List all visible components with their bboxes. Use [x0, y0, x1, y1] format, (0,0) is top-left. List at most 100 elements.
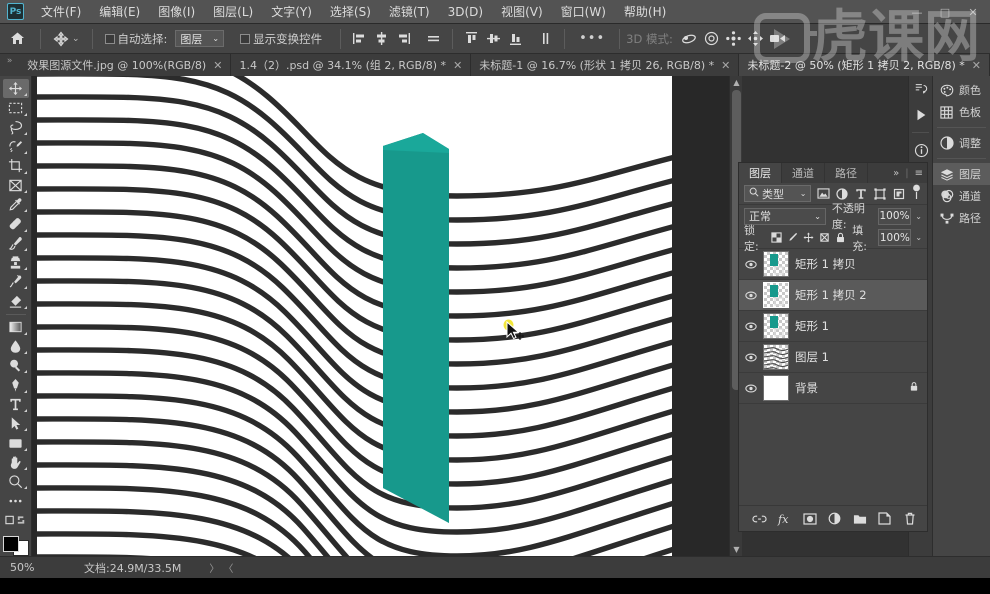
layer-visibility-icon[interactable] — [745, 289, 757, 301]
layer-visibility-icon[interactable] — [745, 382, 757, 394]
align-top-icon[interactable] — [463, 30, 480, 47]
layer-row[interactable]: 矩形 1 拷贝 — [739, 249, 927, 280]
lock-transparency-icon[interactable] — [770, 231, 782, 245]
adjustment-filter-icon[interactable] — [835, 186, 849, 201]
eraser-tool[interactable] — [3, 291, 29, 310]
dodge-tool[interactable] — [3, 356, 29, 375]
show-transform-checkbox[interactable]: 显示变换控件 — [234, 31, 328, 47]
tab-close-icon[interactable]: ✕ — [721, 59, 730, 72]
path-select-tool[interactable] — [3, 414, 29, 433]
checkbox-box[interactable] — [240, 33, 251, 44]
collapse-panel-icon[interactable]: » — [893, 168, 899, 179]
zoom-level[interactable]: 50% — [0, 561, 62, 574]
adjustment-layer-icon[interactable] — [827, 511, 842, 526]
smart-object-filter-icon[interactable] — [892, 186, 906, 201]
paths-panel-tab[interactable]: 路径 — [933, 207, 990, 229]
layer-style-fx-icon[interactable]: fx — [777, 511, 792, 526]
menu-3d[interactable]: 3D(D) — [439, 3, 492, 21]
menu-select[interactable]: 选择(S) — [321, 1, 380, 22]
slide-3d-icon[interactable] — [747, 30, 764, 47]
layer-thumbnail[interactable] — [763, 313, 789, 339]
menu-filter[interactable]: 滤镜(T) — [380, 1, 439, 22]
layer-thumbnail[interactable] — [763, 375, 789, 401]
edit-toolbar-button[interactable] — [3, 491, 29, 510]
opacity-input[interactable]: 100% — [877, 207, 912, 225]
info-panel-icon[interactable] — [909, 137, 933, 163]
layer-mask-icon[interactable] — [802, 511, 817, 526]
status-arrows[interactable]: 〉〈 — [181, 560, 242, 575]
scroll-up-arrow-icon[interactable]: ▲ — [730, 76, 742, 89]
lock-all-icon[interactable] — [834, 231, 846, 245]
lock-position-icon[interactable] — [802, 231, 814, 245]
clone-stamp-tool[interactable] — [3, 253, 29, 272]
rectangle-tool[interactable] — [3, 433, 29, 452]
pan-3d-icon[interactable] — [725, 30, 742, 47]
layer-row[interactable]: 背景 — [739, 373, 927, 404]
home-icon[interactable] — [0, 31, 34, 46]
history-brush-tool[interactable] — [3, 272, 29, 291]
lasso-tool[interactable] — [3, 118, 29, 137]
align-center-horizontal-icon[interactable] — [373, 30, 390, 47]
crop-tool[interactable] — [3, 156, 29, 175]
tab-paths[interactable]: 路径 — [825, 163, 868, 183]
distribute-vertical-icon[interactable] — [537, 30, 554, 47]
pen-tool[interactable] — [3, 375, 29, 394]
menu-window[interactable]: 窗口(W) — [552, 1, 615, 22]
move-tool[interactable] — [2, 79, 29, 99]
quick-select-tool[interactable] — [3, 137, 29, 156]
canvas-area[interactable]: ▲ ▼ — [32, 76, 742, 556]
tab-close-icon[interactable]: ✕ — [213, 59, 222, 72]
tab-grip[interactable]: » — [0, 54, 19, 76]
tab-doc-0[interactable]: 效果图源文件.jpg @ 100%(RGB/8) ✕ — [19, 54, 232, 76]
layer-row[interactable]: 图层 1 — [739, 342, 927, 373]
layer-thumbnail[interactable] — [763, 282, 789, 308]
lock-image-icon[interactable] — [786, 231, 798, 245]
history-panel-icon[interactable] — [909, 76, 933, 102]
lock-artboard-icon[interactable] — [818, 231, 830, 245]
opacity-stepper-icon[interactable]: ⌄ — [915, 212, 922, 221]
zoom-tool[interactable] — [3, 472, 29, 491]
menu-file[interactable]: 文件(F) — [32, 1, 90, 22]
new-group-icon[interactable] — [852, 511, 867, 526]
color-swatches[interactable] — [2, 535, 29, 557]
swatches-panel-tab[interactable]: 色板 — [933, 101, 990, 123]
foreground-color-swatch[interactable] — [2, 535, 19, 552]
tab-doc-1[interactable]: 1.4（2）.psd @ 34.1% (组 2, RGB/8) * ✕ — [231, 54, 472, 76]
tab-doc-3[interactable]: 未标题-2 @ 50% (矩形 1 拷贝 2, RGB/8) * ✕ — [739, 54, 990, 76]
checkbox-box[interactable] — [104, 33, 115, 44]
layer-visibility-icon[interactable] — [745, 320, 757, 332]
tab-close-icon[interactable]: ✕ — [453, 59, 462, 72]
marquee-tool[interactable] — [3, 98, 29, 117]
tab-doc-2[interactable]: 未标题-1 @ 16.7% (形状 1 拷贝 26, RGB/8) * ✕ — [471, 54, 740, 76]
eyedropper-tool[interactable] — [3, 195, 29, 214]
layers-panel-tab[interactable]: 图层 — [933, 163, 990, 185]
minimize-icon[interactable]: — — [910, 6, 924, 19]
brush-tool[interactable] — [3, 234, 29, 253]
layer-visibility-icon[interactable] — [745, 258, 757, 270]
distribute-horizontal-icon[interactable] — [425, 30, 442, 47]
menu-layer[interactable]: 图层(L) — [204, 1, 262, 22]
tab-close-icon[interactable]: ✕ — [972, 59, 981, 72]
artboard[interactable] — [37, 76, 672, 556]
auto-select-checkbox[interactable]: 自动选择: — [99, 31, 174, 47]
layer-thumbnail[interactable] — [763, 344, 789, 370]
camera-3d-icon[interactable] — [769, 30, 786, 47]
gradient-tool[interactable] — [3, 318, 29, 337]
quick-mask-toggle[interactable] — [3, 511, 29, 530]
menu-type[interactable]: 文字(Y) — [262, 1, 321, 22]
link-layers-icon[interactable] — [752, 511, 767, 526]
frame-tool[interactable] — [3, 176, 29, 195]
layer-thumbnail[interactable] — [763, 251, 789, 277]
auto-select-dropdown[interactable]: 图层 ⌄ — [175, 30, 225, 47]
new-layer-icon[interactable] — [877, 511, 892, 526]
layer-row[interactable]: 矩形 1 — [739, 311, 927, 342]
tab-channels[interactable]: 通道 — [782, 163, 825, 183]
menu-view[interactable]: 视图(V) — [492, 1, 552, 22]
type-filter-icon[interactable] — [854, 186, 868, 201]
fill-stepper-icon[interactable]: ⌄ — [915, 233, 922, 242]
delete-layer-icon[interactable] — [902, 511, 917, 526]
tab-layers[interactable]: 图层 — [739, 163, 782, 183]
menu-help[interactable]: 帮助(H) — [615, 1, 675, 22]
menu-image[interactable]: 图像(I) — [149, 1, 204, 22]
align-center-vertical-icon[interactable] — [485, 30, 502, 47]
